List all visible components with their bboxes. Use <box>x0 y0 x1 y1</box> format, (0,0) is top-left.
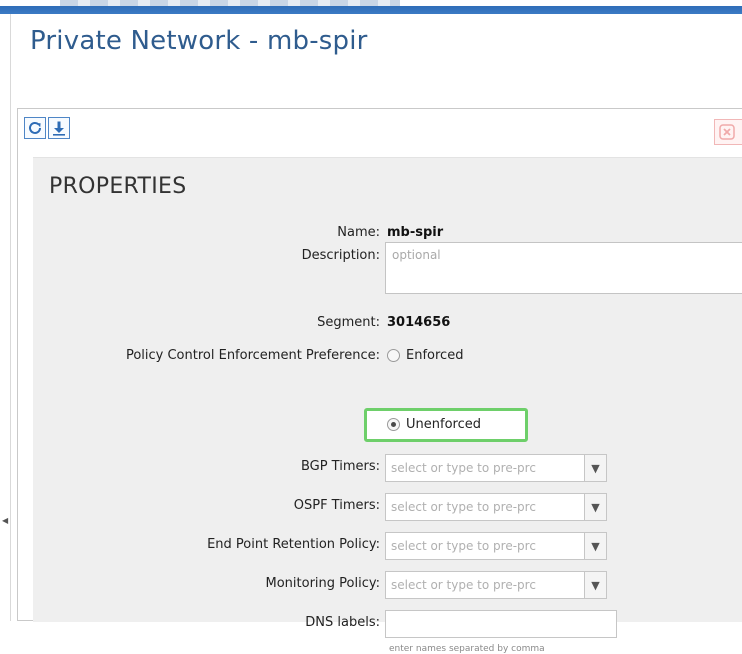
chevron-down-icon[interactable]: ▼ <box>584 494 606 520</box>
properties-panel: PROPERTIES Name: mb-spir Description: op… <box>17 108 742 654</box>
description-label: Description: <box>301 248 380 263</box>
chevron-down-icon[interactable]: ▼ <box>584 533 606 559</box>
radio-enforced-label: Enforced <box>406 348 464 363</box>
left-divider <box>10 14 11 621</box>
monitoring-policy-select[interactable]: select or type to pre-prc ▼ <box>385 571 607 599</box>
close-icon <box>719 124 735 140</box>
monitoring-policy-placeholder: select or type to pre-prc <box>391 578 536 592</box>
bgp-timers-placeholder: select or type to pre-prc <box>391 461 536 475</box>
download-button[interactable] <box>48 117 70 139</box>
endpoint-retention-placeholder: select or type to pre-prc <box>391 539 536 553</box>
radio-enforced-button[interactable] <box>387 349 400 362</box>
ospf-timers-label: OSPF Timers: <box>293 498 380 513</box>
collapse-arrow-icon[interactable]: ◀ <box>2 516 8 525</box>
bgp-timers-select[interactable]: select or type to pre-prc ▼ <box>385 454 607 482</box>
radio-enforced[interactable]: Enforced <box>387 348 463 363</box>
tab-strip <box>60 0 400 6</box>
properties-heading: PROPERTIES <box>49 174 187 199</box>
name-value: mb-spir <box>387 225 444 240</box>
close-button[interactable] <box>714 119 742 145</box>
properties-section: PROPERTIES Name: mb-spir Description: op… <box>33 157 742 654</box>
endpoint-retention-label: End Point Retention Policy: <box>207 537 380 552</box>
ospf-timers-placeholder: select or type to pre-prc <box>391 500 536 514</box>
radio-unenforced-button[interactable] <box>387 418 400 431</box>
window-top-bar <box>0 0 742 14</box>
dns-labels-hint: enter names separated by comma <box>389 644 545 654</box>
radio-unenforced-label: Unenforced <box>406 417 481 432</box>
page-title: Private Network - mb-spir <box>30 26 368 56</box>
chevron-down-icon[interactable]: ▼ <box>584 572 606 598</box>
endpoint-retention-select[interactable]: select or type to pre-prc ▼ <box>385 532 607 560</box>
dns-labels-input[interactable] <box>385 610 617 638</box>
monitoring-policy-label: Monitoring Policy: <box>265 576 380 591</box>
refresh-icon <box>29 121 41 134</box>
ospf-timers-select[interactable]: select or type to pre-prc ▼ <box>385 493 607 521</box>
download-icon <box>53 121 65 136</box>
chevron-down-icon[interactable]: ▼ <box>584 455 606 481</box>
segment-label: Segment: <box>317 315 380 330</box>
refresh-button[interactable] <box>24 117 46 139</box>
name-label: Name: <box>337 225 380 240</box>
description-field[interactable]: optional <box>385 242 742 294</box>
segment-value: 3014656 <box>387 315 451 330</box>
policy-enforcement-label: Policy Control Enforcement Preference: <box>125 348 380 363</box>
radio-unenforced[interactable]: Unenforced <box>387 417 481 432</box>
bgp-timers-label: BGP Timers: <box>300 459 380 474</box>
dns-labels-label: DNS labels: <box>305 615 380 630</box>
